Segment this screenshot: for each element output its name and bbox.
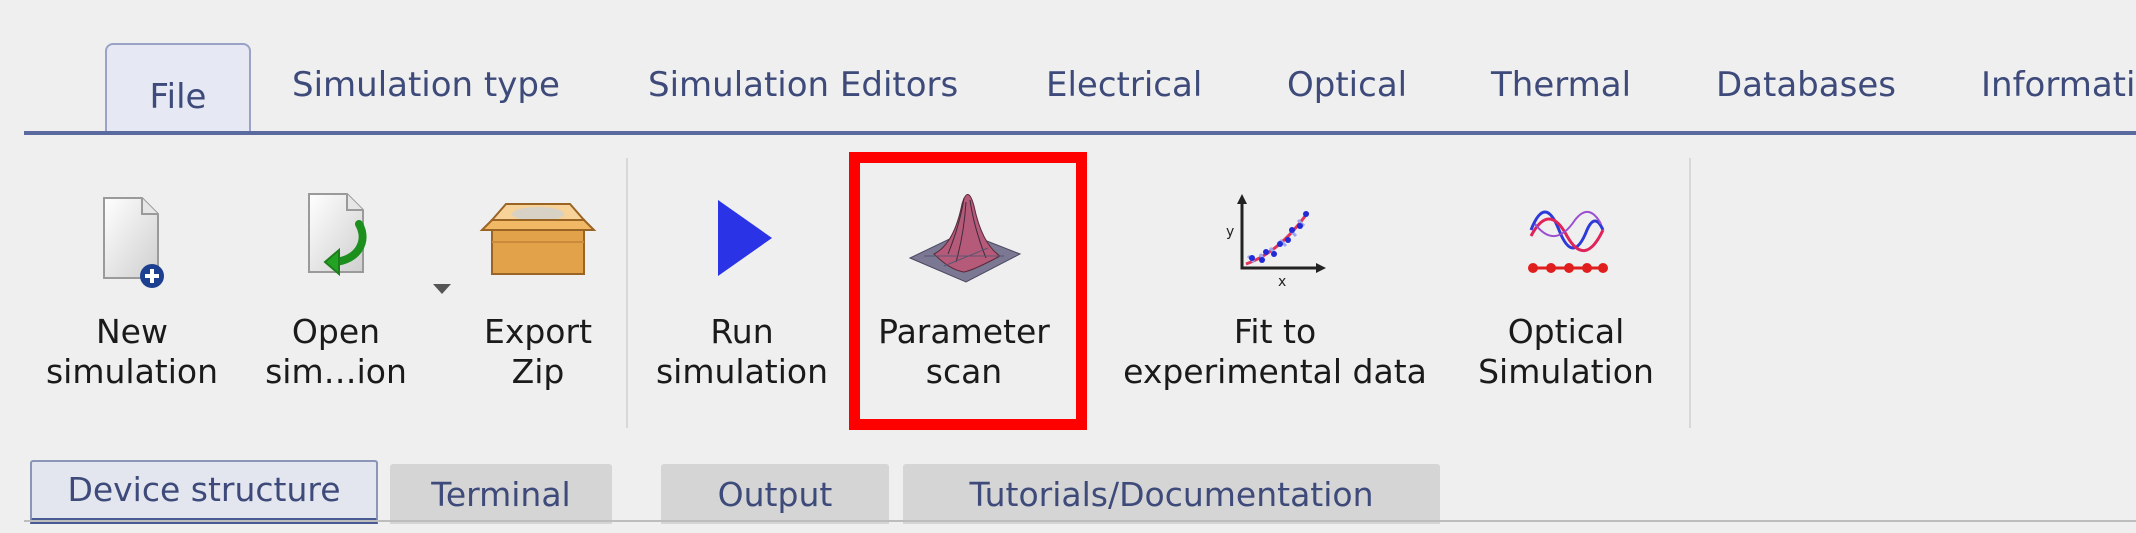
open-document-icon: [246, 190, 426, 300]
ribbon-toolbar: New simulation Open sim…ion Export Zip R…: [0, 140, 2136, 440]
open-simulation-label-2: sim…ion: [265, 352, 407, 391]
run-simulation-label-1: Run: [710, 312, 774, 351]
tab-device-structure[interactable]: Device structure: [30, 460, 378, 524]
surface-plot-icon: [864, 184, 1064, 294]
open-simulation-label-1: Open: [291, 312, 381, 351]
fit-experimental-label-2: experimental data: [1123, 352, 1427, 391]
scatter-fit-icon: y x: [1110, 190, 1440, 300]
export-zip-label-1: Export: [483, 312, 593, 351]
tab-file[interactable]: File: [105, 43, 251, 131]
run-simulation-label-2: simulation: [655, 352, 829, 391]
optical-simulation-label-2: Simulation: [1478, 352, 1654, 391]
parameter-scan-button[interactable]: Parameter scan: [864, 140, 1064, 430]
ribbon-separator: [626, 158, 628, 428]
play-triangle-icon: [644, 190, 840, 300]
export-zip-label-2: Zip: [511, 352, 565, 391]
parameter-scan-label-2: scan: [925, 352, 1003, 391]
tab-databases[interactable]: Databases: [1716, 60, 1896, 110]
new-simulation-label-1: New: [96, 312, 168, 351]
package-box-icon: [468, 190, 608, 300]
parameter-scan-label-1: Parameter: [878, 312, 1050, 351]
chevron-down-icon[interactable]: [433, 284, 451, 294]
svg-text:y: y: [1226, 224, 1234, 240]
optical-simulation-label-1: Optical: [1507, 312, 1625, 351]
new-simulation-label-2: simulation: [45, 352, 219, 391]
new-document-icon: [34, 190, 230, 300]
fit-experimental-label-1: Fit to: [1233, 312, 1317, 351]
svg-text:x: x: [1278, 274, 1286, 290]
optical-waves-icon: [1466, 190, 1666, 300]
tab-optical[interactable]: Optical: [1287, 60, 1407, 110]
tab-information[interactable]: Informati: [1981, 60, 2135, 110]
optical-simulation-button[interactable]: Optical Simulation: [1466, 140, 1666, 430]
ribbon-separator: [1689, 158, 1691, 428]
tab-electrical[interactable]: Electrical: [1046, 60, 1202, 110]
export-zip-button[interactable]: Export Zip: [468, 140, 608, 430]
content-pane-border: [24, 520, 2136, 522]
tab-terminal[interactable]: Terminal: [390, 464, 612, 524]
tab-tutorials-documentation[interactable]: Tutorials/Documentation: [903, 464, 1440, 524]
fit-experimental-data-button[interactable]: y x Fit to experimental data: [1110, 140, 1440, 430]
tab-bar-underline: [24, 131, 2136, 135]
document-tab-bar: Device structure Terminal Output Tutoria…: [0, 460, 2136, 533]
tab-simulation-type[interactable]: Simulation type: [292, 60, 560, 110]
new-simulation-button[interactable]: New simulation: [34, 140, 230, 430]
main-tab-bar: File Simulation type Simulation Editors …: [0, 0, 2136, 140]
open-simulation-button[interactable]: Open sim…ion: [246, 140, 426, 430]
run-simulation-button[interactable]: Run simulation: [644, 140, 840, 430]
tab-simulation-editors[interactable]: Simulation Editors: [648, 60, 958, 110]
tab-thermal[interactable]: Thermal: [1491, 60, 1631, 110]
tab-output[interactable]: Output: [661, 464, 889, 524]
